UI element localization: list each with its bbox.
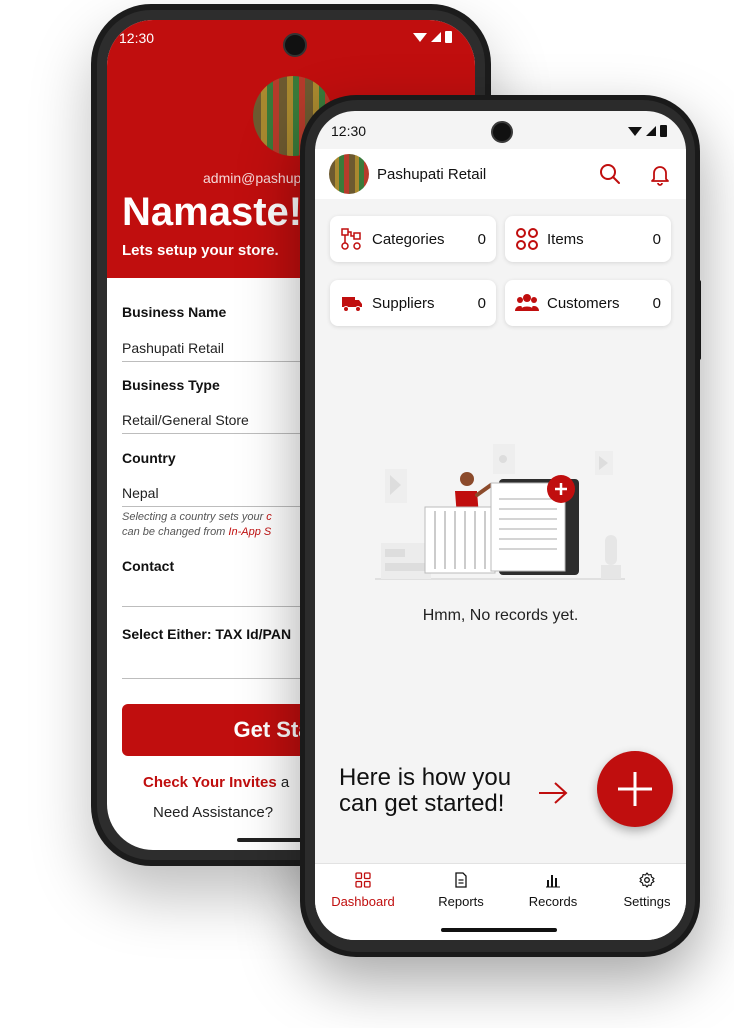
country-note: Selecting a country sets your c can be c… [122,510,272,540]
suppliers-card[interactable]: Suppliers 0 [330,280,496,326]
categories-count: 0 [477,230,486,248]
nav-records-label: Records [528,894,578,909]
categories-card[interactable]: Categories 0 [330,216,496,262]
categories-label: Categories [372,230,445,248]
bottom-navigation: Dashboard Reports Records Settings [315,863,686,940]
customers-label: Customers [547,294,620,312]
business-name-input[interactable]: Pashupati Retail [122,340,224,356]
topbar-actions [598,162,672,186]
signal-battery-icon [413,31,452,43]
add-button[interactable] [597,751,673,827]
business-type-select[interactable]: Retail/General Store [122,412,249,428]
tax-label: Select Either: TAX Id/PAN [122,626,292,642]
items-label: Items [547,230,584,248]
country-note-line1: Selecting a country sets your [122,511,267,523]
home-indicator [441,928,557,932]
plus-icon [618,772,652,806]
greeting-title: Namaste! [122,190,303,234]
country-note-line1-link: c [266,511,272,523]
search-icon[interactable] [598,162,622,186]
onboarding-hint-line2: can get started! [339,790,505,817]
onboarding-hint: Here is how you can get started! [339,765,511,817]
nav-reports-label: Reports [438,894,484,909]
signal-battery-icon [628,125,667,137]
arrow-right-icon [539,782,568,804]
store-avatar[interactable] [329,154,369,194]
country-label: Country [122,450,176,466]
nav-settings-label: Settings [623,894,671,909]
business-name-label: Business Name [122,304,227,320]
items-card[interactable]: Items 0 [505,216,671,262]
empty-state-message: Hmm, No records yet. [422,607,579,624]
settings-icon [639,872,655,888]
setup-subtitle: Lets setup your store. [122,242,279,259]
items-icon [513,225,541,253]
nav-dashboard-label: Dashboard [331,894,395,909]
dashboard-icon [355,872,371,888]
admin-email: admin@pashup [203,170,302,186]
customers-count: 0 [652,294,661,312]
truck-icon [338,289,366,317]
bell-icon[interactable] [648,162,672,186]
customers-card[interactable]: Customers 0 [505,280,671,326]
suppliers-count: 0 [477,294,486,312]
status-time: 12:30 [331,123,367,139]
onboarding-hint-line1: Here is how you [339,764,512,791]
status-icons [411,30,455,47]
store-name: Pashupati Retail [377,165,487,183]
nav-settings[interactable]: Settings [607,872,686,909]
contact-label: Contact [122,558,175,574]
empty-state-illustration [375,444,625,580]
top-app-bar: Pashupati Retail [315,149,686,199]
front-camera [491,121,513,143]
nav-dashboard[interactable]: Dashboard [323,872,403,909]
suppliers-label: Suppliers [372,294,435,312]
nav-records[interactable]: Records [513,872,593,909]
country-note-line2: can be changed from [122,526,229,538]
country-select[interactable]: Nepal [122,485,159,501]
front-phone: 12:30 Pashupati Retail Categories 0 Item… [300,95,700,957]
categories-icon [338,225,366,253]
status-time: 12:30 [119,30,155,46]
business-type-label: Business Type [122,377,220,393]
records-icon [546,875,560,888]
assistance-text: Need Assistance? [153,804,274,821]
dashboard-screen: 12:30 Pashupati Retail Categories 0 Item… [315,111,686,940]
customers-icon [513,289,541,317]
invites-link-label: Check Your Invites [143,774,277,791]
front-camera [283,33,307,57]
items-count: 0 [652,230,661,248]
in-app-settings-link[interactable]: In-App S [228,526,271,538]
invites-link[interactable]: Check Your Invites a [143,774,289,791]
nav-reports[interactable]: Reports [421,872,501,909]
reports-icon [455,872,467,888]
invites-link-tail: a [276,774,290,791]
